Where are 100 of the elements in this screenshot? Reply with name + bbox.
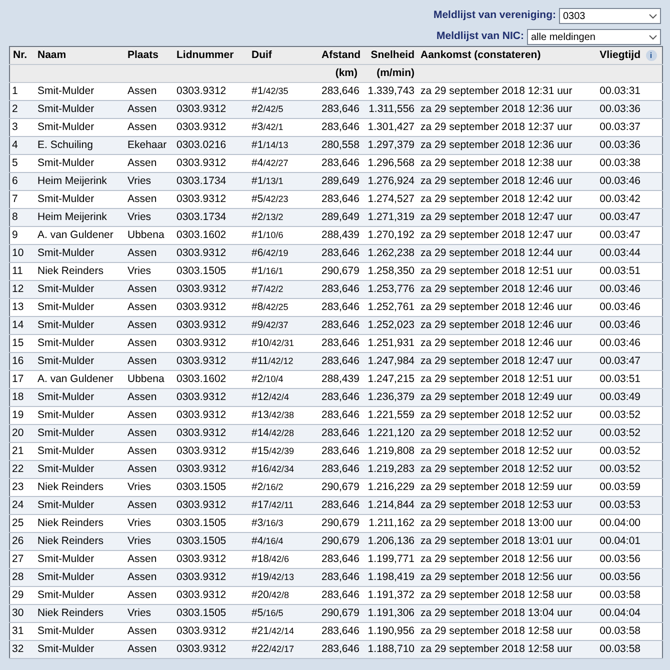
table-cell: #22/42/17 xyxy=(248,640,318,658)
column-unit: (km) xyxy=(335,66,358,79)
table-cell: 0303.1602 xyxy=(174,370,248,388)
table-cell: Smit-Mulder xyxy=(34,244,124,262)
table-cell: 1.219,283 xyxy=(360,460,418,478)
table-cell: 00.03:46 xyxy=(578,316,644,334)
filter-label: Meldlijst van NIC: xyxy=(436,29,524,44)
table-cell: 283,646 xyxy=(318,640,360,658)
table-cell: 00.03:59 xyxy=(578,478,644,496)
table-cell: 0303.9312 xyxy=(174,298,248,316)
dropdown-field[interactable]: 0303 xyxy=(559,8,661,24)
table-cell: #17/42/11 xyxy=(248,496,318,514)
table-cell: 14 xyxy=(10,316,34,334)
table-cell: Assen xyxy=(124,280,174,298)
table-cell: 1.251,931 xyxy=(360,334,418,352)
table-cell: za 29 september 2018 12:36 uur xyxy=(418,100,578,118)
table-cell: Smit-Mulder xyxy=(34,280,124,298)
table-cell: 28 xyxy=(10,568,34,586)
table-cell: 20 xyxy=(10,424,34,442)
table-cell: 3 xyxy=(10,118,34,136)
table-cell: za 29 september 2018 12:52 uur xyxy=(418,406,578,424)
table-cell: 1.236,379 xyxy=(360,388,418,406)
table-cell: 1.247,215 xyxy=(360,370,418,388)
chevron-icon xyxy=(649,34,657,40)
table-cell: 13 xyxy=(10,298,34,316)
table-cell: 0303.1505 xyxy=(174,262,248,280)
table-cell: 283,646 xyxy=(318,316,360,334)
table-cell: 00.03:36 xyxy=(578,136,644,154)
table-cell: 280,558 xyxy=(318,136,360,154)
table-cell: Smit-Mulder xyxy=(34,388,124,406)
table-cell: za 29 september 2018 12:46 uur xyxy=(418,280,578,298)
table-cell: Smit-Mulder xyxy=(34,334,124,352)
table-cell: #10/42/31 xyxy=(248,334,318,352)
table-cell: 1.301,427 xyxy=(360,118,418,136)
table-cell: Assen xyxy=(124,442,174,460)
table-cell: 1.199,771 xyxy=(360,550,418,568)
column-header: Naam xyxy=(38,48,66,61)
table-cell: za 29 september 2018 12:58 uur xyxy=(418,586,578,604)
table-cell: Smit-Mulder xyxy=(34,298,124,316)
table-cell: 0303.9312 xyxy=(174,460,248,478)
table-cell: #21/42/14 xyxy=(248,622,318,640)
table-cell: Ekehaar xyxy=(124,136,174,154)
table-cell: 0303.1602 xyxy=(174,226,248,244)
table-cell: 32 xyxy=(10,640,34,658)
table-cell: za 29 september 2018 13:00 uur xyxy=(418,514,578,532)
table-cell: #16/42/34 xyxy=(248,460,318,478)
table-cell: Vries xyxy=(124,532,174,550)
table-cell: 00.03:51 xyxy=(578,370,644,388)
table-cell: 0303.9312 xyxy=(174,316,248,334)
table-cell: #20/42/8 xyxy=(248,586,318,604)
table-cell: za 29 september 2018 13:01 uur xyxy=(418,532,578,550)
table-cell: 00.03:44 xyxy=(578,244,644,262)
info-icon[interactable]: i xyxy=(646,50,656,62)
table-cell: #1/42/35 xyxy=(248,82,318,100)
table-cell: 283,646 xyxy=(318,424,360,442)
table-cell: za 29 september 2018 12:31 uur xyxy=(418,82,578,100)
table-cell: 30 xyxy=(10,604,34,622)
table-cell: 00.03:52 xyxy=(578,424,644,442)
table-cell: 00.03:42 xyxy=(578,190,644,208)
table-cell: 0303.9312 xyxy=(174,190,248,208)
table-cell: 4 xyxy=(10,136,34,154)
table-cell: 1.188,710 xyxy=(360,640,418,658)
column-header: Afstand xyxy=(322,48,361,61)
table-cell: za 29 september 2018 12:56 uur xyxy=(418,568,578,586)
table-cell: 1.252,761 xyxy=(360,298,418,316)
table-cell: za 29 september 2018 12:46 uur xyxy=(418,316,578,334)
table-cell: Assen xyxy=(124,568,174,586)
table-cell: 00.03:53 xyxy=(578,496,644,514)
table-cell: 00.03:37 xyxy=(578,118,644,136)
table-cell: 290,679 xyxy=(318,604,360,622)
table-cell: za 29 september 2018 12:42 uur xyxy=(418,190,578,208)
table-cell: Vries xyxy=(124,172,174,190)
table-cell: 0303.9312 xyxy=(174,82,248,100)
table-cell: 00.03:52 xyxy=(578,406,644,424)
table-cell: za 29 september 2018 12:58 uur xyxy=(418,622,578,640)
table-cell: Assen xyxy=(124,424,174,442)
table-cell: 283,646 xyxy=(318,442,360,460)
table-cell: Assen xyxy=(124,154,174,172)
table-cell: za 29 september 2018 12:52 uur xyxy=(418,442,578,460)
table-cell: 11 xyxy=(10,262,34,280)
table-cell: Assen xyxy=(124,82,174,100)
table-cell: #4/16/4 xyxy=(248,532,318,550)
table-cell: 23 xyxy=(10,478,34,496)
table-cell: 0303.9312 xyxy=(174,388,248,406)
table-cell: Assen xyxy=(124,118,174,136)
table-cell: 283,646 xyxy=(318,190,360,208)
table-cell: 0303.9312 xyxy=(174,586,248,604)
table-cell: Smit-Mulder xyxy=(34,190,124,208)
table-cell: 00.03:56 xyxy=(578,568,644,586)
table-cell: 0303.1505 xyxy=(174,514,248,532)
table-cell: #5/42/23 xyxy=(248,190,318,208)
table-cell: Assen xyxy=(124,100,174,118)
dropdown-field[interactable]: alle meldingen xyxy=(527,29,661,45)
table-cell: 1.276,924 xyxy=(360,172,418,190)
table-cell: 1.221,120 xyxy=(360,424,418,442)
table-cell: Assen xyxy=(124,622,174,640)
table-cell: 283,646 xyxy=(318,154,360,172)
table-cell: 00.03:36 xyxy=(578,100,644,118)
table-cell: 0303.1505 xyxy=(174,532,248,550)
table-cell: 288,439 xyxy=(318,226,360,244)
